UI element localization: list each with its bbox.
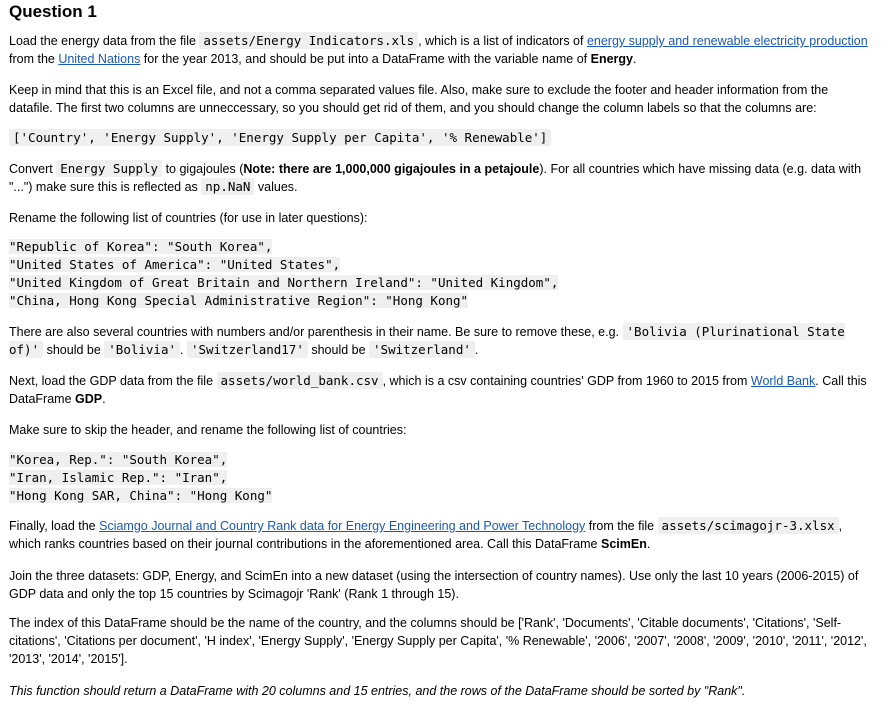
code-line: "United Kingdom of Great Britain and Nor…: [9, 275, 559, 290]
code-block-rename-energy: "Republic of Korea": "South Korea", "Uni…: [9, 238, 559, 310]
text: from the: [9, 52, 59, 66]
paragraph-excel-note: Keep in mind that this is an Excel file,…: [9, 83, 829, 115]
text: for the year 2013, and should be put int…: [140, 52, 591, 66]
paragraph-skip-header: Make sure to skip the header, and rename…: [9, 423, 407, 437]
bold-scimen: ScimEn: [600, 537, 647, 551]
text: Load the energy data from the file: [9, 34, 200, 48]
inline-code-switzerland: 'Switzerland': [369, 341, 475, 358]
code-line: "Iran, Islamic Rep.": "Iran",: [9, 470, 228, 485]
text: Finally, load the: [9, 519, 100, 533]
text: Convert: [9, 162, 57, 176]
text: .: [180, 343, 187, 357]
text: .: [633, 52, 637, 66]
paragraph-join: Join the three datasets: GDP, Energy, an…: [9, 569, 859, 601]
link-energy-supply[interactable]: energy supply and renewable electricity …: [587, 34, 868, 48]
text: values.: [254, 180, 298, 194]
bold-gdp: GDP: [75, 392, 103, 406]
paragraph-rename-intro: Rename the following list of countries (…: [9, 211, 368, 225]
code-columns-line: ['Country', 'Energy Supply', 'Energy Sup…: [9, 129, 875, 147]
text: , which is a csv containing countries' G…: [382, 374, 751, 388]
inline-code-switzerland17: 'Switzerland17': [186, 341, 308, 358]
inline-code-energy-supply: Energy Supply: [56, 160, 163, 177]
inline-code-bolivia: 'Bolivia': [104, 341, 181, 358]
paragraph-energy-load: Load the energy data from the file asset…: [9, 32, 875, 68]
paragraph-convert: Convert Energy Supply to gigajoules (Not…: [9, 160, 875, 196]
text: .: [102, 392, 106, 406]
text: to gigajoules (: [162, 162, 244, 176]
text: There are also several countries with nu…: [9, 325, 623, 339]
code-line: "United States of America": "United Stat…: [9, 257, 341, 272]
text: should be: [43, 343, 105, 357]
code-line: "Hong Kong SAR, China": "Hong Kong": [9, 488, 273, 503]
inline-code-gdp-file: assets/world_bank.csv: [216, 372, 383, 389]
text: Next, load the GDP data from the file: [9, 374, 217, 388]
paragraph-scimen: Finally, load the Sciamgo Journal and Co…: [9, 517, 875, 553]
link-sciamgo[interactable]: Sciamgo Journal and Country Rank data fo…: [99, 519, 585, 533]
code-line: "Republic of Korea": "South Korea",: [9, 239, 273, 254]
text: .: [646, 537, 651, 551]
paragraph-parenthesis: There are also several countries with nu…: [9, 323, 875, 359]
code-line: "Korea, Rep.": "South Korea",: [9, 452, 228, 467]
inline-code-npnan: np.NaN: [201, 178, 255, 195]
bold-energy: Energy: [590, 52, 633, 66]
bold-note: Note: there are 1,000,000 gigajoules in …: [243, 162, 540, 176]
code-block-rename-gdp: "Korea, Rep.": "South Korea", "Iran, Isl…: [9, 451, 273, 505]
text: .: [474, 343, 479, 357]
text: from the file: [585, 519, 658, 533]
text: should be: [307, 343, 370, 357]
question-heading: Question 1: [9, 2, 97, 21]
text: , which is a list of indicators of: [418, 34, 587, 48]
inline-code-energy-file: assets/Energy Indicators.xls: [199, 32, 419, 49]
code-line: "China, Hong Kong Special Administrative…: [9, 293, 469, 308]
inline-code-scimago-file: assets/scimagojr-3.xlsx: [657, 517, 839, 534]
link-united-nations[interactable]: United Nations: [58, 52, 140, 66]
paragraph-index-columns: The index of this DataFrame should be th…: [9, 616, 867, 666]
paragraph-return-note: This function should return a DataFrame …: [9, 684, 746, 698]
link-world-bank[interactable]: World Bank: [751, 374, 815, 388]
paragraph-gdp: Next, load the GDP data from the file as…: [9, 372, 875, 408]
inline-code-columns: ['Country', 'Energy Supply', 'Energy Sup…: [9, 129, 552, 146]
